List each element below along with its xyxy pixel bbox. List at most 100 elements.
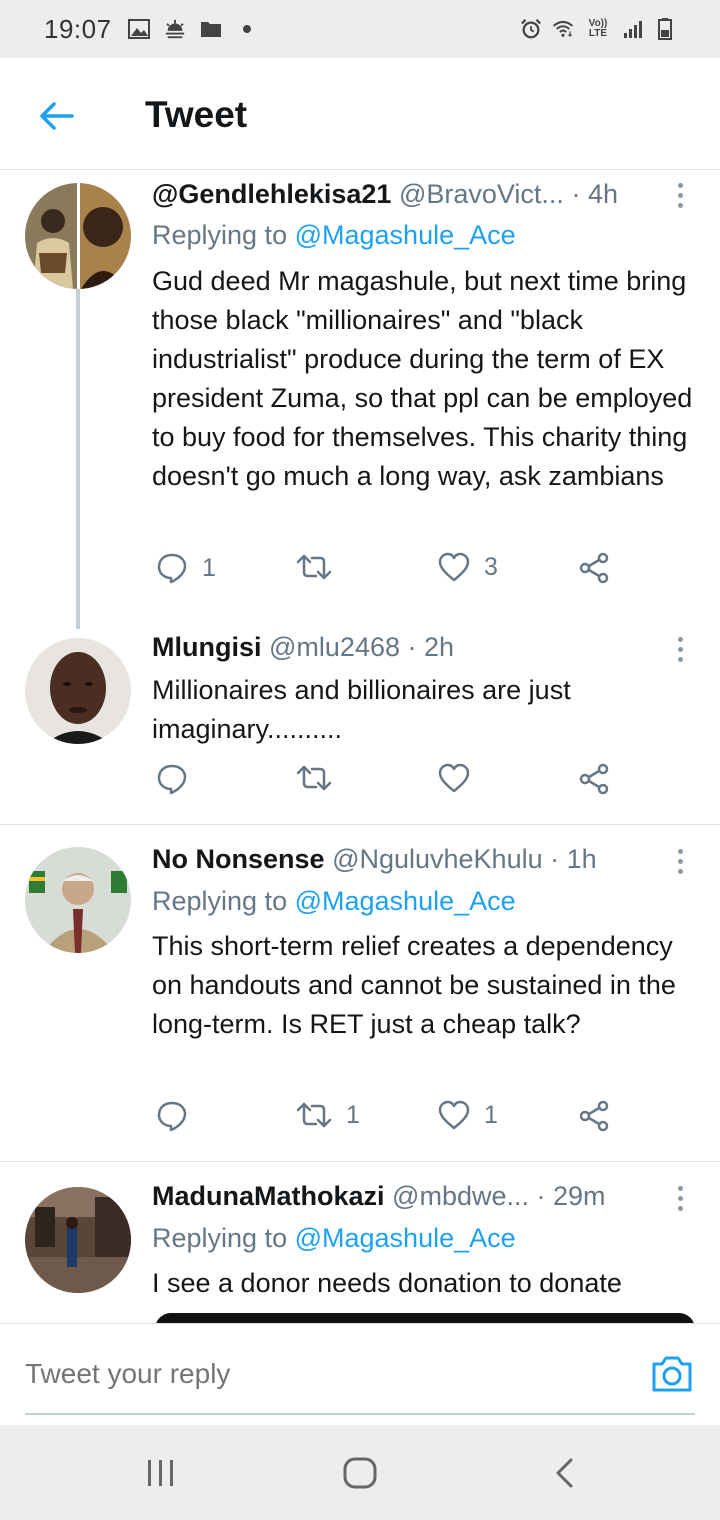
avatar[interactable] <box>25 183 131 289</box>
more-options-button[interactable] <box>668 1180 692 1216</box>
tweet-header: MadunaMathokazi @mbdwe... · 29m <box>152 1181 640 1212</box>
display-name[interactable]: @Gendlehlekisa21 <box>152 179 391 209</box>
username[interactable]: @mlu2468 <box>269 632 400 662</box>
recents-button[interactable] <box>143 1455 179 1491</box>
replying-to-link[interactable]: @Magashule_Ace <box>295 886 516 916</box>
recents-icon <box>148 1460 173 1486</box>
username[interactable]: @NguluvheKhulu <box>332 844 543 874</box>
reply-composer <box>0 1323 720 1425</box>
tweet-text: I see a donor needs donation to donate <box>152 1268 622 1298</box>
tweet-actions: 1 3 <box>152 552 632 592</box>
timestamp: · 1h <box>550 844 597 874</box>
composer-underline <box>25 1413 695 1415</box>
home-button[interactable] <box>342 1455 378 1491</box>
timestamp: · 29m <box>536 1181 606 1211</box>
tweet-header: Mlungisi @mlu2468 · 2h <box>152 632 640 663</box>
tweet-gendlehlekisa[interactable]: @Gendlehlekisa21 @BravoVict... · 4h Repl… <box>0 171 720 629</box>
heart-icon <box>438 1100 470 1130</box>
comment-icon <box>157 553 187 584</box>
replying-to-link[interactable]: @Magashule_Ace <box>295 1223 516 1253</box>
timestamp: · 2h <box>407 632 455 662</box>
nav-back-button[interactable] <box>550 1455 578 1491</box>
more-options-button[interactable] <box>668 631 692 667</box>
like-button[interactable]: 3 <box>438 552 498 582</box>
replying-to: Replying to @Magashule_Ace <box>152 220 516 251</box>
share-button[interactable] <box>578 763 610 795</box>
like-button[interactable] <box>438 763 484 793</box>
share-button[interactable] <box>578 552 610 584</box>
tweet-actions: 1 1 <box>152 1100 632 1140</box>
camera-icon <box>652 1356 692 1392</box>
retweet-button[interactable]: 1 <box>296 1100 360 1130</box>
replying-to-label: Replying to <box>152 1223 288 1253</box>
volte-icon: Vo)) LTE <box>584 18 612 40</box>
status-right-icons: Vo)) LTE <box>520 18 676 40</box>
reply-feed[interactable]: @Gendlehlekisa21 @BravoVict... · 4h Repl… <box>0 171 720 1323</box>
tweet-header: @Gendlehlekisa21 @BravoVict... · 4h <box>152 179 640 210</box>
tweet-text: Gud deed Mr magashule, but next time bri… <box>152 266 693 491</box>
image-icon <box>127 18 150 40</box>
reply-count: 1 <box>202 553 216 582</box>
thread-line <box>76 289 80 629</box>
status-bar: 19:07 Vo)) LTE <box>0 0 720 58</box>
username[interactable]: @mbdwe... <box>392 1181 529 1211</box>
replying-to-label: Replying to <box>152 886 288 916</box>
status-left-icons <box>127 18 258 40</box>
more-options-button[interactable] <box>668 177 692 213</box>
retweet-button[interactable] <box>296 552 346 582</box>
like-count: 3 <box>484 552 498 581</box>
avatar[interactable] <box>25 638 131 744</box>
reply-button[interactable] <box>156 1100 202 1132</box>
tweet-no-nonsense[interactable]: No Nonsense @NguluvheKhulu · 1h Replying… <box>0 825 720 1161</box>
tweet-mlungisi[interactable]: Mlungisi @mlu2468 · 2h Millionaires and … <box>0 621 720 824</box>
username[interactable]: @BravoVict... <box>399 179 564 209</box>
system-nav-bar <box>0 1425 720 1520</box>
back-icon <box>556 1458 573 1488</box>
home-icon <box>343 1457 377 1489</box>
reply-button[interactable] <box>156 763 202 795</box>
dot-icon <box>236 18 258 40</box>
tweet-madunamathokazi[interactable]: MadunaMathokazi @mbdwe... · 29m Replying… <box>0 1162 720 1323</box>
arrow-left-icon <box>40 102 74 130</box>
share-icon <box>579 763 609 795</box>
replying-to: Replying to @Magashule_Ace <box>152 886 516 917</box>
tweet-text: This short-term relief creates a depende… <box>152 931 676 1039</box>
retweet-button[interactable] <box>296 763 346 793</box>
replying-to-link[interactable]: @Magashule_Ace <box>295 220 516 250</box>
page-title: Tweet <box>145 94 248 135</box>
comment-icon <box>157 764 187 795</box>
display-name[interactable]: MadunaMathokazi <box>152 1181 385 1211</box>
media-preview-edge[interactable] <box>155 1313 695 1323</box>
like-button[interactable]: 1 <box>438 1100 498 1130</box>
retweet-icon <box>296 1102 332 1128</box>
wifi-icon <box>552 18 574 40</box>
avatar[interactable] <box>25 847 131 953</box>
back-button[interactable] <box>36 96 76 136</box>
heart-icon <box>438 763 470 793</box>
volte-bottom-label: LTE <box>588 28 608 39</box>
signal-icon <box>622 18 644 40</box>
reply-button[interactable]: 1 <box>156 552 216 584</box>
folder-icon <box>200 18 222 40</box>
replying-to-label: Replying to <box>152 220 288 250</box>
share-icon <box>579 552 609 584</box>
timestamp: · 4h <box>571 179 618 209</box>
weather-icon <box>164 18 186 40</box>
comment-icon <box>157 1101 187 1132</box>
share-button[interactable] <box>578 1100 610 1132</box>
camera-button[interactable] <box>650 1354 694 1394</box>
alarm-icon <box>520 18 542 40</box>
battery-icon <box>654 18 676 40</box>
avatar[interactable] <box>25 1187 131 1293</box>
reply-input[interactable] <box>25 1358 585 1390</box>
more-options-button[interactable] <box>668 843 692 879</box>
retweet-count: 1 <box>346 1100 360 1129</box>
replying-to: Replying to @Magashule_Ace <box>152 1223 516 1254</box>
retweet-icon <box>296 765 332 791</box>
display-name[interactable]: No Nonsense <box>152 844 325 874</box>
tweet-actions <box>152 763 632 803</box>
tweet-header: No Nonsense @NguluvheKhulu · 1h <box>152 844 640 875</box>
retweet-icon <box>296 554 332 580</box>
top-app-bar: Tweet <box>0 58 720 170</box>
display-name[interactable]: Mlungisi <box>152 632 262 662</box>
